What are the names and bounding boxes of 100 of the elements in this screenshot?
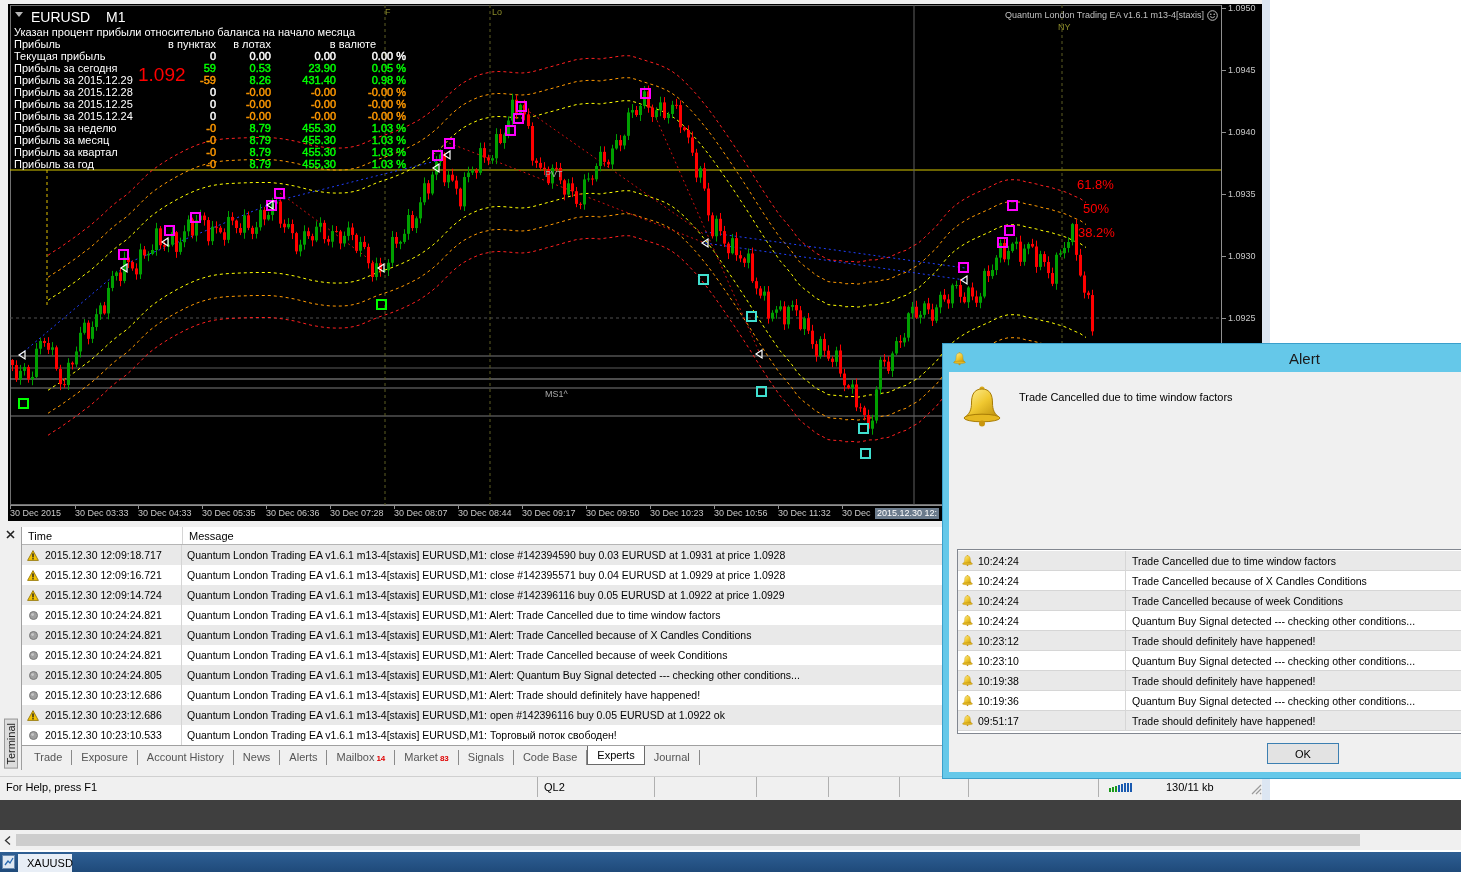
dot-icon <box>29 650 38 660</box>
message-count: 83 <box>439 753 449 765</box>
dot-icon <box>29 670 38 680</box>
alert-time: 10:19:38 <box>978 674 1019 687</box>
log-message: Quantum London Trading EA v1.6.1 m13-4[staxis] EURUSD,M1: Alert: Trade Cancelled because of X Candles Conditions <box>187 629 752 641</box>
log-message: Quantum London Trading EA v1.6.1 m13-4[staxis] EURUSD,M1: Alert: Quantum Buy Signal detected --- checking other conditions... <box>187 669 800 681</box>
log-time: 2015.12.30 10:23:10.533 <box>45 729 162 741</box>
log-message: Quantum London Trading EA v1.6.1 m13-4[staxis] EURUSD,M1: open #142396116 buy 0.05 EURUSD at 1.0922 ok <box>187 709 725 721</box>
status-help-text: For Help, press F1 <box>6 781 98 793</box>
time-axis-label: 30 Dec 06:36 <box>266 508 320 519</box>
ok-button[interactable]: OK <box>1267 743 1339 764</box>
terminal-tab[interactable]: Experts <box>587 746 645 765</box>
alert-time: 10:24:24 <box>978 614 1019 627</box>
price-axis-label: 1.0950 <box>1228 3 1256 14</box>
price-axis-label: 1.0940 <box>1228 127 1256 138</box>
alert-time: 09:51:17 <box>978 714 1019 727</box>
terminal-tab[interactable]: Mailbox 14 <box>327 750 396 765</box>
alert-text: Quantum Buy Signal detected --- checking other conditions... <box>1132 654 1416 667</box>
log-time: 2015.12.30 10:24:24.821 <box>45 649 162 661</box>
terminal-tab[interactable]: Trade <box>25 750 73 765</box>
warning-icon <box>27 709 39 721</box>
column-header[interactable]: Time <box>28 529 53 542</box>
bell-icon <box>962 594 973 607</box>
alert-text: Trade should definitely have happened! <box>1132 714 1316 727</box>
log-message: Quantum London Trading EA v1.6.1 m13-4[staxis] EURUSD,M1: Alert: Trade Cancelled due to time window factors <box>187 609 721 621</box>
time-axis-label: 30 Dec <box>842 508 871 519</box>
terminal-tab[interactable]: Journal <box>644 750 700 765</box>
time-axis-label: 30 Dec 03:33 <box>75 508 129 519</box>
alert-text: Trade Cancelled due to time window factors <box>1132 554 1336 567</box>
time-axis-label: 30 Dec 08:07 <box>394 508 448 519</box>
bell-icon <box>962 634 973 647</box>
time-axis-label: 30 Dec 11:32 <box>778 508 831 519</box>
log-time: 2015.12.30 10:24:24.821 <box>45 609 162 621</box>
dot-icon <box>29 610 38 620</box>
price-axis-label: 1.0945 <box>1228 65 1256 76</box>
log-time: 2015.12.30 10:24:24.821 <box>45 629 162 641</box>
log-time: 2015.12.30 12:09:16.721 <box>45 569 162 581</box>
alert-time: 10:24:24 <box>978 574 1019 587</box>
terminal-tab[interactable]: Market 83 <box>395 750 459 765</box>
dot-icon <box>29 630 38 640</box>
status-profile: QL2 <box>544 781 565 793</box>
alert-time: 10:24:24 <box>978 554 1019 567</box>
app-icon[interactable] <box>2 854 15 870</box>
terminal-tab[interactable]: Alerts <box>280 750 328 765</box>
bell-icon <box>962 654 973 667</box>
bell-icon <box>962 674 973 687</box>
scroll-left-icon[interactable] <box>4 835 11 845</box>
terminal-tab[interactable]: Exposure <box>72 750 138 765</box>
alert-time: 10:23:10 <box>978 654 1019 667</box>
time-axis-label: 30 Dec 09:50 <box>586 508 640 519</box>
time-axis-label: 30 Dec 08:44 <box>458 508 512 519</box>
log-message: Quantum London Trading EA v1.6.1 m13-4[staxis] EURUSD,M1: Alert: Trade should definitely have happened! <box>187 689 701 701</box>
time-axis-label: 30 Dec 04:33 <box>138 508 192 519</box>
time-axis-label: 30 Dec 09:17 <box>522 508 576 519</box>
message-count: 14 <box>376 753 386 765</box>
bell-icon <box>962 714 973 727</box>
log-time: 2015.12.30 12:09:18.717 <box>45 549 162 561</box>
cursor-time-label: 2015.12.30 12: <box>875 508 940 519</box>
dot-icon <box>29 730 38 740</box>
bell-icon <box>962 614 973 627</box>
log-message: Quantum London Trading EA v1.6.1 m13-4[staxis] EURUSD,M1: close #142395571 buy 0.04 EURUSD at 1.0929 at price 1.0928 <box>187 569 786 581</box>
terminal-label: Terminal <box>3 719 18 769</box>
log-time: 2015.12.30 10:23:12.686 <box>45 689 162 701</box>
price-axis-label: 1.0935 <box>1228 189 1256 200</box>
column-header[interactable]: Message <box>189 529 234 542</box>
terminal-tab[interactable]: Signals <box>458 750 514 765</box>
log-message: Quantum London Trading EA v1.6.1 m13-4[staxis] EURUSD,M1: close #142394590 buy 0.03 EURUSD at 1.0931 at price 1.0928 <box>187 549 786 561</box>
signal-bars-icon <box>1109 782 1133 792</box>
warning-icon <box>27 589 39 601</box>
dot-icon <box>29 690 38 700</box>
warning-icon <box>27 569 39 581</box>
horizontal-scrollbar[interactable] <box>16 834 1360 846</box>
time-axis-label: 30 Dec 10:56 <box>714 508 768 519</box>
alert-text: Trade Cancelled because of X Candles Conditions <box>1132 574 1367 587</box>
price-axis-label: 1.0925 <box>1228 313 1256 324</box>
warning-icon <box>27 549 39 561</box>
bell-icon <box>962 574 973 587</box>
alert-text: Trade should definitely have happened! <box>1132 634 1316 647</box>
bell-icon <box>962 694 973 707</box>
log-time: 2015.12.30 10:23:12.686 <box>45 709 162 721</box>
alert-time: 10:19:36 <box>978 694 1019 707</box>
dialog-title: Alert <box>1289 349 1320 367</box>
log-message: Quantum London Trading EA v1.6.1 m13-4[staxis] EURUSD,M1: close #142396116 buy 0.05 EURUSD at 1.0922 at price 1.0929 <box>187 589 785 601</box>
resize-grip-icon[interactable] <box>1250 783 1262 795</box>
price-axis-label: 1.0930 <box>1228 251 1256 262</box>
alert-text: Quantum Buy Signal detected --- checking other conditions... <box>1132 614 1416 627</box>
log-message: Quantum London Trading EA v1.6.1 m13-4[staxis] EURUSD,M1: Торговый поток свободен! <box>187 729 617 741</box>
bell-icon <box>962 554 973 567</box>
terminal-tab[interactable]: News <box>233 750 281 765</box>
alert-text: Trade Cancelled because of week Conditions <box>1132 594 1343 607</box>
time-axis-label: 30 Dec 2015 <box>10 508 62 519</box>
time-axis-label: 30 Dec 07:28 <box>330 508 384 519</box>
traffic-readout: 130/11 kb <box>1166 781 1214 793</box>
time-axis-label: 30 Dec 05:35 <box>202 508 256 519</box>
time-axis-label: 30 Dec 10:23 <box>650 508 704 519</box>
alert-time: 10:23:12 <box>978 634 1019 647</box>
terminal-tab[interactable]: Account History <box>137 750 234 765</box>
close-icon[interactable] <box>6 530 15 539</box>
alert-text: Trade should definitely have happened! <box>1132 674 1316 687</box>
alert-text: Quantum Buy Signal detected --- checking other conditions... <box>1132 694 1416 707</box>
